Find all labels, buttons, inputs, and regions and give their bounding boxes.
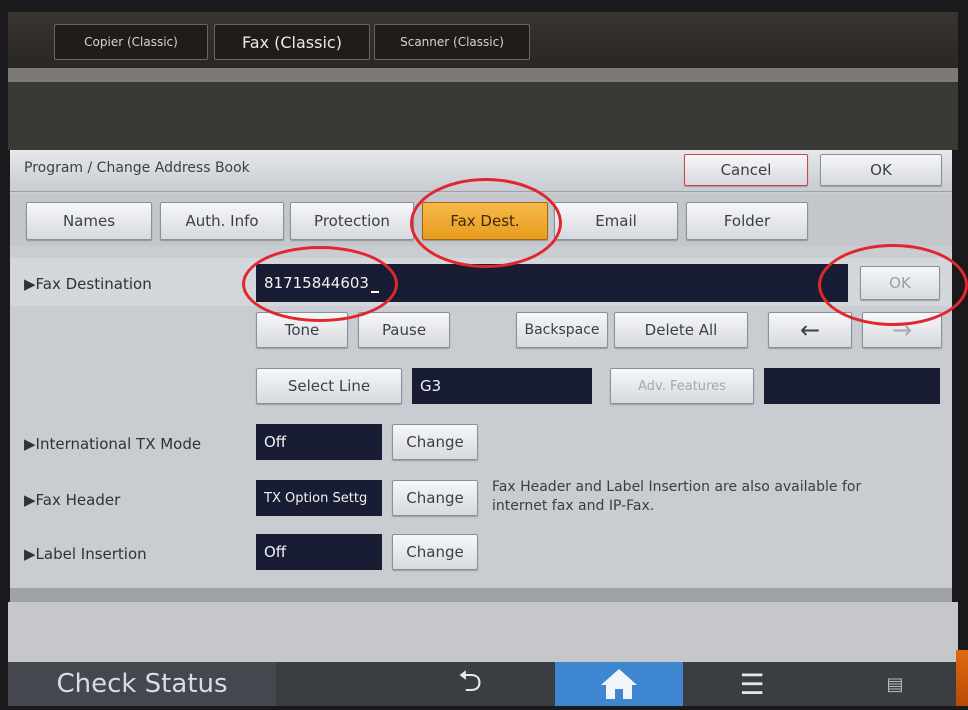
lower-panel xyxy=(8,602,958,662)
fax-header-label: ▶Fax Header xyxy=(24,491,121,509)
dialog-bottom-border xyxy=(10,588,952,602)
international-tx-mode-value: Off xyxy=(256,424,382,460)
fax-destination-label: ▶Fax Destination xyxy=(24,275,152,293)
tab-scanner-classic[interactable]: Scanner (Classic) xyxy=(374,24,530,60)
tab-folder[interactable]: Folder xyxy=(686,202,808,240)
backspace-button[interactable]: Backspace xyxy=(516,312,608,348)
status-indicator-icon[interactable]: ▤ xyxy=(870,662,920,706)
highlight-ring-ok-button xyxy=(818,244,968,326)
dialog-title: Program / Change Address Book xyxy=(24,160,250,176)
fax-header-value: TX Option Settg xyxy=(256,480,382,516)
highlight-ring-fax-number xyxy=(242,246,398,322)
label-insertion-label: ▶Label Insertion xyxy=(24,545,147,563)
highlight-ring-fax-dest-tab xyxy=(410,178,562,268)
fax-header-note: Fax Header and Label Insertion are also … xyxy=(492,479,862,514)
cursor-left-button[interactable]: ← xyxy=(768,312,852,348)
check-status-button[interactable]: Check Status xyxy=(8,662,276,706)
adv-features-button[interactable]: Adv. Features xyxy=(610,368,754,404)
tab-auth-info[interactable]: Auth. Info xyxy=(160,202,284,240)
adv-features-value xyxy=(764,368,940,404)
back-icon[interactable]: ⮌ xyxy=(430,662,510,706)
home-button[interactable] xyxy=(555,662,683,706)
tab-email[interactable]: Email xyxy=(554,202,678,240)
fax-header-change-button[interactable]: Change xyxy=(392,480,478,516)
pause-button[interactable]: Pause xyxy=(358,312,450,348)
menu-icon[interactable]: ☰ xyxy=(712,662,792,706)
tab-names[interactable]: Names xyxy=(26,202,152,240)
dialog-ok-button[interactable]: OK xyxy=(820,154,942,186)
line-value: G3 xyxy=(412,368,592,404)
edge-indicator xyxy=(956,650,968,706)
divider xyxy=(8,68,958,82)
delete-all-button[interactable]: Delete All xyxy=(614,312,748,348)
header-band xyxy=(8,82,958,150)
label-insertion-value: Off xyxy=(256,534,382,570)
international-tx-mode-label: ▶International TX Mode xyxy=(24,435,202,453)
tab-protection[interactable]: Protection xyxy=(290,202,414,240)
tab-copier-classic[interactable]: Copier (Classic) xyxy=(54,24,208,60)
home-icon xyxy=(601,669,637,699)
select-line-button[interactable]: Select Line xyxy=(256,368,402,404)
tab-fax-classic[interactable]: Fax (Classic) xyxy=(214,24,370,60)
international-tx-change-button[interactable]: Change xyxy=(392,424,478,460)
label-insertion-change-button[interactable]: Change xyxy=(392,534,478,570)
cancel-button[interactable]: Cancel xyxy=(684,154,808,186)
